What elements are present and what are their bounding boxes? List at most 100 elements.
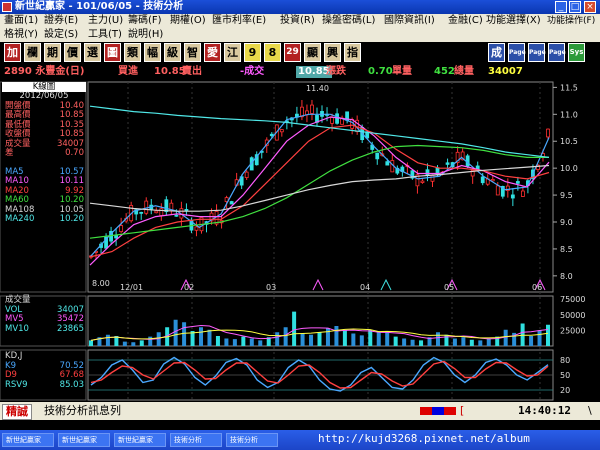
menu-function-operate[interactable]: 功能操作(F): [547, 14, 595, 28]
menu-help[interactable]: 說明(H): [128, 28, 163, 42]
tool-index-button[interactable]: 指: [344, 43, 361, 62]
volume-bar: [478, 340, 483, 346]
change-value: 0.70: [368, 66, 393, 77]
tool-select-button[interactable]: 選: [84, 43, 101, 62]
menu-tools[interactable]: 工具(T): [88, 28, 122, 42]
info-label: MV10: [5, 323, 29, 334]
candle-body: [510, 194, 515, 199]
status-bracket: [: [460, 404, 465, 417]
window-title: 新世紀贏家 - 101/06/05 - 技術分析: [15, 1, 184, 12]
status-bar: 精誠 技術分析訊息列 [ 14:40:12 \: [0, 402, 600, 420]
tool-river-button[interactable]: 江: [224, 43, 241, 62]
candle-body: [480, 176, 485, 184]
volume-bar: [199, 327, 204, 346]
high-annotation: 11.40: [306, 84, 329, 93]
tool-page-button-2[interactable]: Page: [528, 43, 546, 62]
kd-rows: K9 70.52 D9 67.68 RSV9 85.03: [2, 361, 86, 391]
tool-chart-button[interactable]: 圖: [104, 43, 121, 62]
menu-forex-rates[interactable]: 匯市利率(E): [212, 14, 266, 28]
tool-display-button[interactable]: 顯: [304, 43, 321, 62]
volume-bar: [393, 336, 398, 346]
menu-main-force[interactable]: 主力(U): [88, 14, 123, 28]
tool-period-button[interactable]: 期: [44, 43, 61, 62]
price-info-panel: K線圖 2012/06/05 開盤價 10.40 最高價 10.85 最低價 10.35 收…: [2, 82, 86, 225]
candle-body: [184, 208, 189, 212]
tool-range-button[interactable]: 幅: [144, 43, 161, 62]
low-annotation: 8.00: [92, 279, 110, 288]
taskbar-item[interactable]: 新世紀贏家: [114, 433, 166, 447]
volume-bar: [139, 340, 144, 346]
tool-eight-button[interactable]: 8: [264, 43, 281, 62]
tool-nine-button[interactable]: 9: [244, 43, 261, 62]
vol-tick-label: 25000: [560, 326, 585, 335]
candle-body: [244, 171, 249, 179]
candle-body: [430, 175, 435, 182]
menu-international[interactable]: 國際資訊(I): [384, 14, 435, 28]
unit-label: 單量: [392, 66, 412, 77]
taskbar-item[interactable]: 技術分析: [170, 433, 222, 447]
minimize-button[interactable]: _: [555, 1, 567, 13]
volume-bar: [537, 330, 542, 346]
menu-trading-code[interactable]: 操盤密碼(L): [322, 14, 375, 28]
toolbar: 加 欄 期 價 選 圖 類 幅 級 智 愛 江 9 8 29 顯 興 指 成 P…: [0, 42, 600, 64]
menu-securities[interactable]: 證券(E): [44, 14, 78, 28]
info-row: 差 0.70: [2, 148, 84, 159]
candle-body: [445, 162, 450, 165]
info-value: 0.70: [65, 148, 84, 158]
tool-level-button[interactable]: 級: [164, 43, 181, 62]
tool-smart-button[interactable]: 智: [184, 43, 201, 62]
volume-bar: [368, 329, 373, 346]
volume-bar: [452, 338, 457, 346]
volume-bar: [461, 337, 466, 346]
candle-body: [420, 180, 425, 183]
volume-bar: [402, 338, 407, 346]
volume-bar: [122, 341, 127, 346]
candle-body: [546, 128, 550, 138]
tool-category-button[interactable]: 類: [124, 43, 141, 62]
menu-function-select[interactable]: 功能選擇(X): [486, 14, 541, 28]
tool-price-button[interactable]: 價: [64, 43, 81, 62]
taskbar-item[interactable]: 技術分析: [226, 433, 278, 447]
volume-bar: [376, 332, 381, 346]
tool-prosper-button[interactable]: 興: [324, 43, 341, 62]
x-tick-label: 12/01: [120, 283, 143, 292]
y-tick-label: 9.5: [560, 191, 573, 200]
tool-column-button[interactable]: 欄: [24, 43, 41, 62]
menu-view[interactable]: 格視(Y): [4, 28, 38, 42]
candle-body: [164, 199, 169, 213]
menu-options[interactable]: 期權(O): [170, 14, 206, 28]
volume-bar: [342, 330, 347, 346]
volume-bar: [435, 332, 440, 346]
taskbar-item[interactable]: 新世紀贏家: [2, 433, 54, 447]
volume-rows: VOL 34007 MV5 35472 MV10 23865: [2, 305, 86, 335]
menu-investment[interactable]: 投資(R): [280, 14, 315, 28]
close-button[interactable]: ×: [584, 1, 596, 13]
tool-page-button-1[interactable]: Page: [508, 43, 526, 62]
info-value: 23865: [56, 323, 84, 334]
tool-favorite-button[interactable]: 愛: [204, 43, 221, 62]
tool-add-button[interactable]: 加: [4, 43, 21, 62]
menu-screen[interactable]: 畫面(1): [4, 14, 38, 28]
volume-bar: [334, 326, 339, 346]
volume-bar: [148, 336, 153, 346]
maximize-button[interactable]: □: [569, 1, 581, 13]
tool-sys-button[interactable]: Sys: [568, 43, 585, 62]
candle-body: [385, 161, 390, 166]
tool-29-button[interactable]: 29: [284, 43, 301, 62]
info-value: 85.03: [59, 379, 84, 390]
menu-finance[interactable]: 金融(C): [448, 14, 483, 28]
menu-chips[interactable]: 籌碼(F): [128, 14, 162, 28]
tool-deal-button[interactable]: 成: [488, 43, 505, 62]
info-label: 差: [5, 148, 14, 158]
volume-bar: [359, 335, 364, 346]
taskbar-item[interactable]: 新世紀贏家: [58, 433, 110, 447]
chart-background: [0, 80, 600, 402]
candle-body: [114, 235, 119, 239]
volume-bar: [182, 322, 187, 346]
y-tick-label: 8.0: [560, 272, 573, 281]
menu-settings[interactable]: 設定(S): [44, 28, 78, 42]
bid-price: 10.85: [154, 66, 186, 77]
kd-tick-label: 80: [560, 356, 570, 365]
ma-rows: MA5 10.57 MA10 10.11 MA20 9.92 MA60 10.20 MA108 1…: [2, 167, 86, 225]
tool-page-button-3[interactable]: Page: [548, 43, 566, 62]
